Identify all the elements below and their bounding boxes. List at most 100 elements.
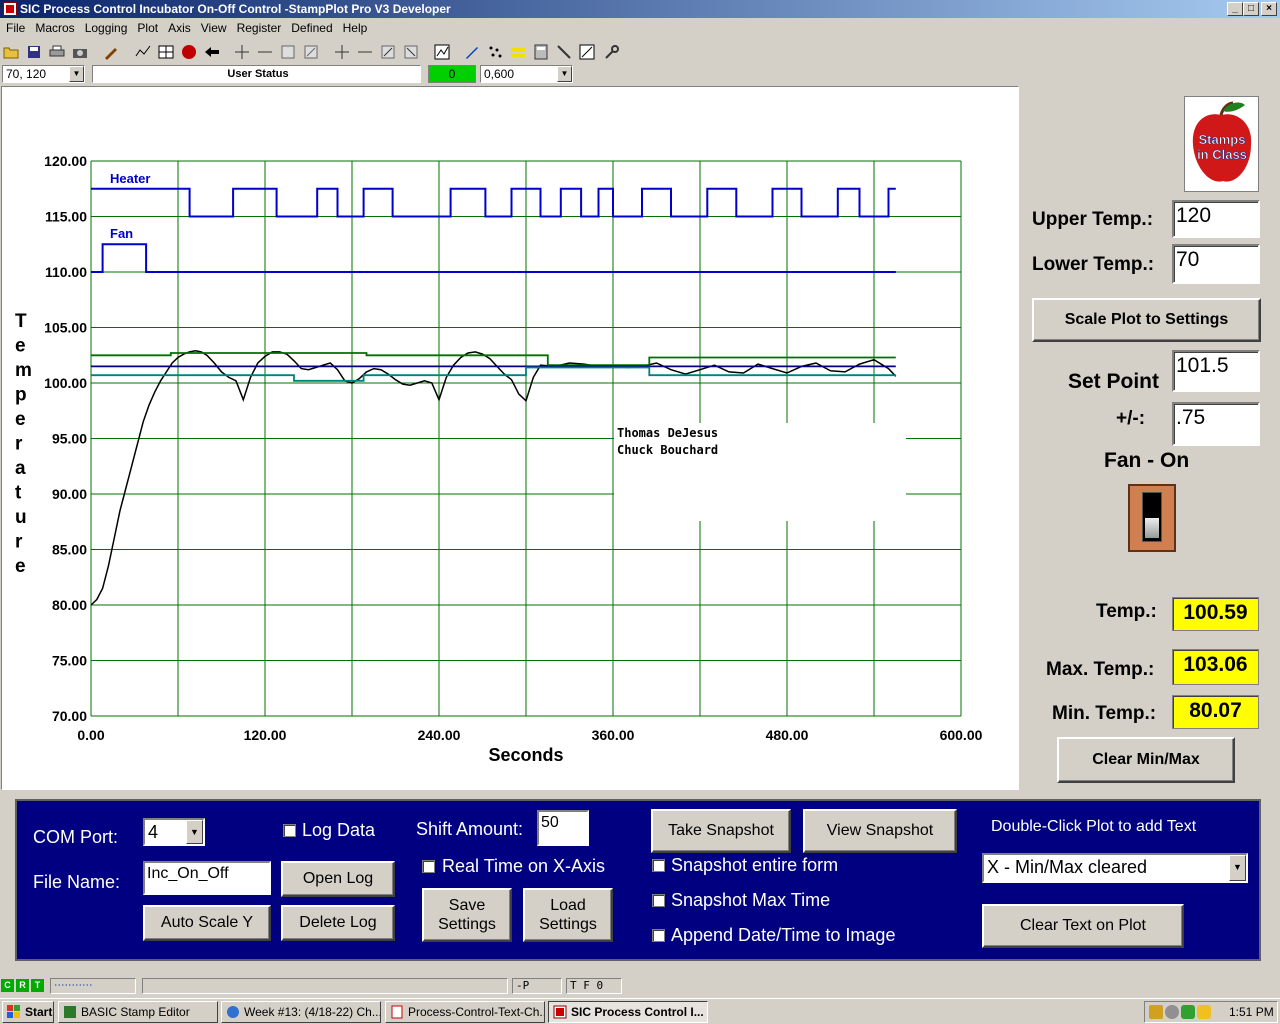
menu-plot[interactable]: Plot [132, 19, 163, 37]
range-combo[interactable]: 0,600 ▼ [480, 65, 573, 83]
shift-up-icon[interactable] [377, 41, 398, 62]
menu-view[interactable]: View [196, 19, 232, 37]
shrink-x-icon[interactable] [254, 41, 275, 62]
windows-logo-icon [7, 1005, 21, 1019]
menu-defined[interactable]: Defined [286, 19, 337, 37]
clear-text-button[interactable]: Clear Text on Plot [982, 904, 1184, 948]
menu-register[interactable]: Register [232, 19, 287, 37]
chart-icon[interactable] [431, 41, 452, 62]
snapshot-max-checkbox[interactable] [652, 894, 665, 907]
close-button[interactable]: × [1261, 2, 1277, 16]
y-tick-label: 70.00 [52, 708, 87, 724]
app-icon [3, 2, 17, 16]
shift-amount-input[interactable]: 50 [537, 810, 589, 846]
append-date-checkbox[interactable] [652, 929, 665, 942]
maximize-button[interactable]: □ [1243, 2, 1259, 16]
probe-icon[interactable] [553, 41, 574, 62]
pdf-icon [390, 1005, 404, 1019]
append-date-label: Append Date/Time to Image [671, 925, 896, 945]
menu-axis[interactable]: Axis [163, 19, 196, 37]
tray-icon-usb[interactable] [1149, 1005, 1163, 1019]
menu-help[interactable]: Help [338, 19, 373, 37]
y-tick-label: 110.00 [45, 264, 87, 280]
zoom-box2-icon[interactable] [300, 41, 321, 62]
snapshot-max-label: Snapshot Max Time [671, 890, 831, 910]
control-panel: COM Port: 4 ▼ Log Data File Name: Inc_On… [1, 791, 1279, 967]
real-time-checkbox[interactable] [422, 860, 435, 873]
control-panel-body: COM Port: 4 ▼ Log Data File Name: Inc_On… [15, 799, 1261, 961]
upper-temp-input[interactable]: 120 [1172, 200, 1260, 238]
highlight-icon[interactable] [507, 41, 528, 62]
plot-text-select[interactable]: X - Min/Max cleared ▼ [982, 853, 1248, 883]
take-snapshot-button[interactable]: Take Snapshot [651, 809, 791, 853]
minimize-button[interactable]: _ [1227, 2, 1243, 16]
open-log-button[interactable]: Open Log [281, 861, 395, 897]
view-snapshot-button[interactable]: View Snapshot [803, 809, 957, 853]
tray-icon-network[interactable] [1181, 1005, 1195, 1019]
calculator-icon[interactable] [530, 41, 551, 62]
start-label: Start [25, 1005, 53, 1019]
chevron-down-icon[interactable]: ▼ [1229, 855, 1246, 881]
x-tick-label: 240.00 [418, 727, 461, 743]
pen-icon[interactable] [100, 41, 121, 62]
settings-panel: Stamps in Class Upper Temp.: 120 Lower T… [1020, 86, 1280, 790]
auto-scale-y-button[interactable]: Auto Scale Y [143, 905, 271, 941]
y-tick-label: 105.00 [44, 320, 87, 336]
menu-logging[interactable]: Logging [80, 19, 133, 37]
scatter-icon[interactable] [484, 41, 505, 62]
menu-macros[interactable]: Macros [30, 19, 79, 37]
lower-temp-input[interactable]: 70 [1172, 244, 1260, 284]
marker-icon[interactable] [461, 41, 482, 62]
tray-icon-clock[interactable] [1165, 1005, 1179, 1019]
chevron-down-icon[interactable]: ▼ [186, 820, 203, 844]
user-status-text: User Status [227, 68, 289, 80]
file-name-input[interactable]: Inc_On_Off [143, 861, 271, 895]
expand-x-icon[interactable] [231, 41, 252, 62]
plot-icon[interactable] [132, 41, 153, 62]
stop-icon[interactable] [178, 41, 199, 62]
x-tick-label: 0.00 [77, 727, 104, 743]
open-folder-icon[interactable] [0, 41, 21, 62]
save-settings-button[interactable]: Save Settings [422, 888, 512, 942]
x-axis-title: Seconds [488, 745, 563, 765]
taskbar-item-browser[interactable]: Week #13: (4/18-22) Ch... [221, 1001, 381, 1023]
shrink-y-icon[interactable] [354, 41, 375, 62]
tray-icon-warning[interactable] [1197, 1005, 1211, 1019]
mode-indicator: -P [512, 978, 562, 994]
log-data-checkbox[interactable] [283, 824, 296, 837]
system-tray: 1:51 PM [1144, 1001, 1278, 1023]
key-icon[interactable] [601, 41, 622, 62]
plot-panel[interactable]: 70.00 75.00 80.00 85.00 90.00 95.00 100.00 105.… [1, 86, 1019, 790]
print-icon[interactable] [46, 41, 67, 62]
com-port-select[interactable]: 4 ▼ [143, 818, 205, 846]
back-arrow-icon[interactable] [201, 41, 222, 62]
taskbar-item-stamp-editor[interactable]: BASIC Stamp Editor [58, 1001, 218, 1023]
annotation-line-2: Chuck Bouchard [617, 443, 718, 457]
camera-icon[interactable] [69, 41, 90, 62]
expand-y-icon[interactable] [331, 41, 352, 62]
start-button[interactable]: Start [2, 1001, 54, 1023]
temperature-chart[interactable]: 70.00 75.00 80.00 85.00 90.00 95.00 100.00 105.… [2, 87, 1018, 789]
snapshot-form-checkbox[interactable] [652, 859, 665, 872]
grid-icon[interactable] [155, 41, 176, 62]
clear-min-max-button[interactable]: Clear Min/Max [1057, 737, 1235, 783]
set-point-input[interactable]: 101.5 [1172, 350, 1260, 392]
status-row: 70, 120 ▼ User Status 0 0,600 ▼ [0, 64, 640, 84]
save-icon[interactable] [23, 41, 44, 62]
zoom-box-icon[interactable] [277, 41, 298, 62]
fan-toggle-switch[interactable] [1128, 484, 1176, 552]
delete-log-button[interactable]: Delete Log [281, 905, 395, 941]
load-settings-button[interactable]: Load Settings [523, 888, 613, 942]
coordinate-combo[interactable]: 70, 120 ▼ [2, 65, 85, 83]
scale-plot-button[interactable]: Scale Plot to Settings [1032, 298, 1261, 342]
menu-file[interactable]: File [0, 19, 30, 37]
taskbar-item-stampplot[interactable]: SIC Process Control I... [548, 1001, 708, 1023]
taskbar-item-pdf[interactable]: Process-Control-Text-Ch... [385, 1001, 545, 1023]
shift-down-icon[interactable] [400, 41, 421, 62]
chevron-down-icon[interactable]: ▼ [557, 66, 572, 82]
tolerance-input[interactable]: .75 [1172, 402, 1260, 446]
switch-lever [1145, 518, 1159, 538]
chevron-down-icon[interactable]: ▼ [69, 66, 84, 82]
x-tick-label: 600.00 [940, 727, 983, 743]
resize-icon[interactable] [576, 41, 597, 62]
